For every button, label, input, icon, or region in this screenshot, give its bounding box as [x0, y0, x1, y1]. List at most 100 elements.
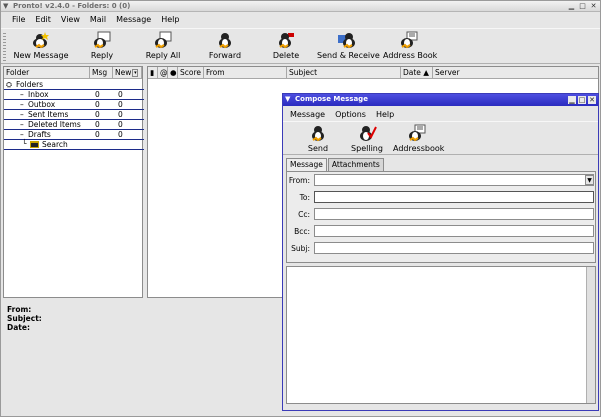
tree-branch: – — [20, 110, 24, 119]
compose-titlebar[interactable]: ▼ Compose Message ▁ □ ✕ — [283, 94, 598, 106]
new-message-button[interactable]: New Message — [13, 31, 69, 63]
address-book-icon — [401, 31, 418, 49]
close-icon[interactable]: ✕ — [588, 96, 596, 104]
folder-row-deleted-items[interactable]: – Deleted Items 0 0 — [4, 120, 144, 130]
bcc-row: Bcc: — [287, 225, 597, 239]
from-select[interactable] — [314, 174, 594, 186]
cc-row: Cc: — [287, 208, 597, 222]
address-book-label: Address Book — [383, 51, 438, 60]
preview-date-label: Date: — [7, 323, 30, 332]
tree-branch: └ — [22, 139, 27, 148]
menu-message[interactable]: Message — [111, 13, 156, 27]
date-col-header[interactable]: Date ▲ — [401, 67, 433, 79]
new-message-label: New Message — [13, 51, 69, 60]
folder-root[interactable]: ⛭ Folders — [4, 80, 144, 90]
send-icon — [312, 126, 324, 142]
compose-menubar: Message Options Help — [283, 108, 598, 121]
tree-branch: – — [20, 120, 24, 129]
folder-new-count: 0 — [118, 130, 123, 139]
toolbar-grip[interactable] — [3, 33, 6, 61]
tab-attachments[interactable]: Attachments — [327, 158, 384, 171]
from-row: From: ▼ — [287, 174, 597, 188]
menubar: File Edit View Mail Message Help — [1, 13, 600, 27]
addressbook-label: Addressbook — [393, 144, 445, 153]
folder-row-inbox[interactable]: – Inbox 0 0 — [4, 90, 144, 100]
reply-button[interactable]: Reply — [87, 31, 117, 63]
delete-icon — [279, 33, 294, 49]
folder-msg-count: 0 — [95, 90, 100, 99]
reply-icon — [94, 31, 111, 49]
msg-col-header[interactable]: Msg — [90, 67, 113, 79]
addressbook-button[interactable]: Addressbook — [393, 124, 445, 156]
window-title: Pronto! v2.4.0 - Folders: 0 (0) — [13, 2, 131, 10]
status-col-header[interactable]: ● — [168, 67, 178, 79]
from-label: From: — [288, 176, 310, 185]
folder-pane: Folder Msg New ▾ ⛭ Folders – Inbox 0 0 – … — [3, 66, 144, 298]
close-icon[interactable]: ✕ — [589, 2, 598, 10]
window-menu-icon[interactable]: ▼ — [3, 2, 8, 10]
folder-msg-count: 0 — [95, 100, 100, 109]
compose-menu-help[interactable]: Help — [371, 108, 399, 121]
folder-msg-count: 0 — [95, 120, 100, 129]
compose-menu-options[interactable]: Options — [330, 108, 371, 121]
send-receive-icon — [338, 33, 355, 49]
menu-file[interactable]: File — [7, 13, 30, 27]
minimize-icon[interactable]: ▁ — [568, 96, 576, 104]
new-message-icon — [33, 32, 49, 49]
folder-name: Drafts — [28, 130, 51, 139]
subject-field[interactable] — [314, 242, 594, 254]
from-col-header[interactable]: From — [204, 67, 287, 79]
menu-edit[interactable]: Edit — [30, 13, 56, 27]
attachment-col-header[interactable]: ▮ — [148, 67, 158, 79]
spelling-button[interactable]: Spelling — [351, 124, 383, 156]
tab-message[interactable]: Message — [286, 158, 327, 171]
maximize-icon[interactable]: □ — [578, 2, 587, 10]
send-button[interactable]: Send — [305, 124, 331, 156]
spelling-icon — [360, 126, 377, 141]
folder-row-outbox[interactable]: – Outbox 0 0 — [4, 100, 144, 110]
menu-help[interactable]: Help — [156, 13, 184, 27]
cc-field[interactable] — [314, 208, 594, 220]
bcc-field[interactable] — [314, 225, 594, 237]
vertical-scrollbar[interactable] — [586, 267, 595, 403]
spelling-label: Spelling — [351, 144, 383, 153]
preview-subject-label: Subject: — [7, 314, 42, 323]
compose-window-menu-icon[interactable]: ▼ — [285, 95, 290, 103]
menu-view[interactable]: View — [56, 13, 85, 27]
forward-button[interactable]: Forward — [207, 31, 243, 63]
delete-button[interactable]: Delete — [271, 31, 301, 63]
flag-col-header[interactable]: @ — [158, 67, 168, 79]
main-titlebar[interactable]: ▼ Pronto! v2.4.0 - Folders: 0 (0) ▁ □ ✕ — [1, 1, 600, 12]
send-receive-button[interactable]: Send & Receive — [317, 31, 380, 63]
minimize-icon[interactable]: ▁ — [567, 2, 576, 10]
compose-toolbar: Send Spelling Addressbook — [283, 121, 598, 155]
score-col-header[interactable]: Score — [178, 67, 204, 79]
send-receive-label: Send & Receive — [317, 51, 380, 60]
new-col-header[interactable]: New ▾ — [113, 67, 142, 79]
menu-mail[interactable]: Mail — [85, 13, 111, 27]
folder-name: Inbox — [28, 90, 49, 99]
subject-col-header[interactable]: Subject — [287, 67, 401, 79]
subj-row: Subj: — [287, 242, 597, 256]
tree-branch: – — [20, 100, 24, 109]
chevron-down-icon[interactable]: ▼ — [585, 175, 594, 185]
bcc-label: Bcc: — [294, 227, 310, 236]
column-sort-icon[interactable]: ▾ — [132, 69, 139, 77]
folder-row-search[interactable]: └ Search — [4, 139, 144, 150]
compose-menu-message[interactable]: Message — [285, 108, 330, 121]
reply-all-icon — [155, 31, 172, 49]
maximize-icon[interactable]: □ — [578, 96, 586, 104]
to-field[interactable] — [314, 191, 594, 203]
server-col-header[interactable]: Server — [433, 67, 598, 79]
message-body-textarea[interactable] — [286, 266, 596, 404]
folder-new-count: 0 — [118, 100, 123, 109]
folder-msg-count: 0 — [95, 110, 100, 119]
address-book-button[interactable]: Address Book — [383, 31, 438, 63]
to-row: To: — [287, 191, 597, 205]
reply-all-button[interactable]: Reply All — [145, 31, 181, 63]
folder-root-label: Folders — [16, 80, 44, 89]
subj-label: Subj: — [291, 244, 310, 253]
folders-tree-icon: ⛭ — [6, 80, 12, 89]
folder-row-sent-items[interactable]: – Sent Items 0 0 — [4, 110, 144, 120]
folder-col-header[interactable]: Folder — [4, 67, 90, 79]
